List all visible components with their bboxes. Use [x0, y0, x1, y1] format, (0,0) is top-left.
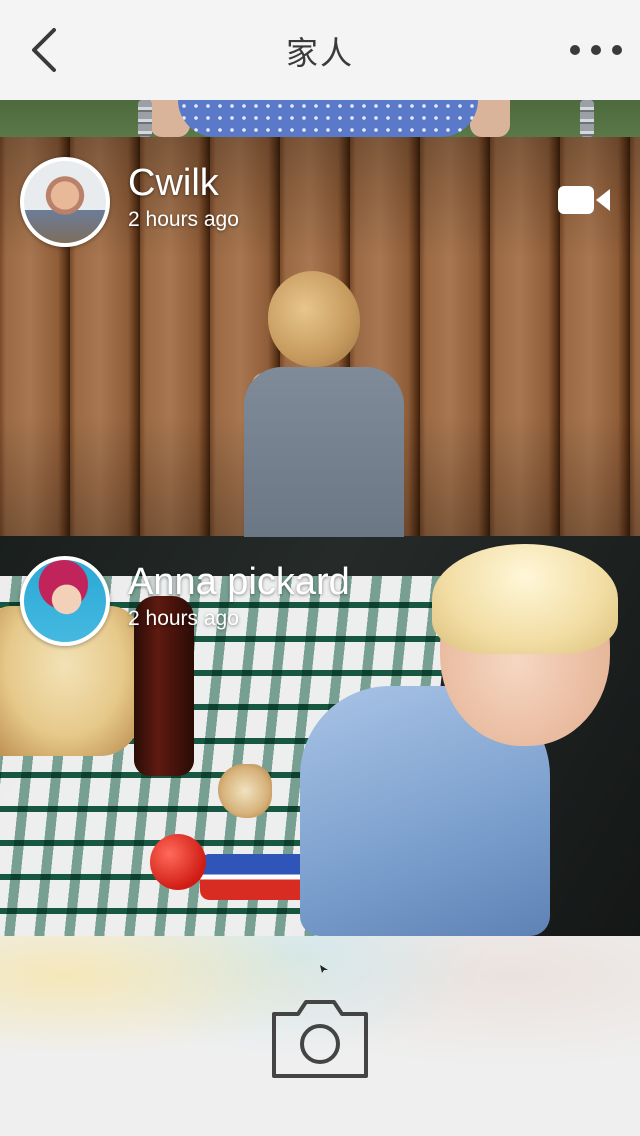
author-avatar[interactable] [20, 157, 110, 247]
cursor-icon [320, 965, 328, 973]
app-screen: 家人 Cwilk 2 hours ago Anna pickard 2 hour… [0, 0, 640, 1136]
photo-detail [150, 834, 206, 890]
author-name[interactable]: Anna pickard [128, 560, 350, 604]
video-camera-icon[interactable] [558, 183, 610, 217]
previous-post-photo[interactable] [0, 100, 640, 137]
more-dots-icon [570, 45, 580, 55]
photo-detail [218, 764, 272, 818]
photo-detail [432, 544, 618, 654]
feed-post[interactable]: Cwilk 2 hours ago [0, 137, 640, 537]
author-avatar[interactable] [20, 556, 110, 646]
swing-chain [580, 100, 594, 137]
post-timestamp: 2 hours ago [128, 208, 239, 231]
swing-chain [138, 100, 152, 137]
post-timestamp: 2 hours ago [128, 607, 239, 630]
page-title: 家人 [285, 35, 354, 71]
photo-detail [178, 100, 478, 137]
more-options-button[interactable] [570, 30, 622, 70]
photo-detail [244, 367, 404, 537]
more-dots-icon [591, 45, 601, 55]
photo-detail [268, 271, 360, 367]
bottom-toolbar [0, 936, 640, 1136]
author-name[interactable]: Cwilk [128, 161, 219, 205]
navigation-bar: 家人 [0, 0, 640, 100]
more-dots-icon [612, 45, 622, 55]
feed-post[interactable]: Anna pickard 2 hours ago [0, 536, 640, 936]
camera-icon[interactable] [270, 996, 370, 1080]
